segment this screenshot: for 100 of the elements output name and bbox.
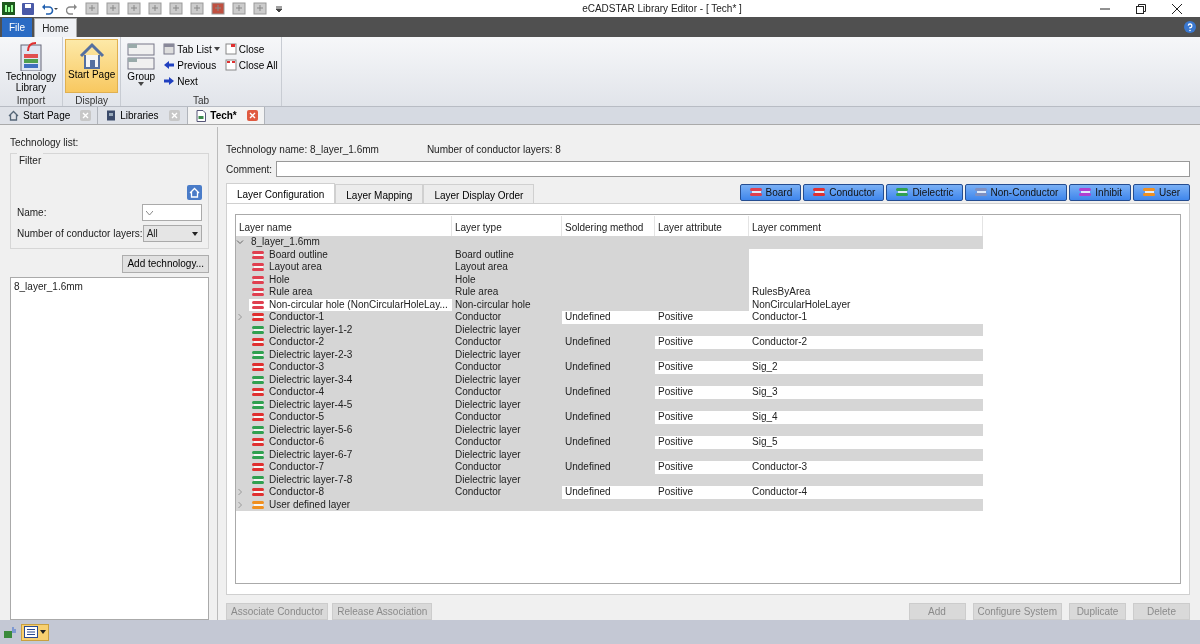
layer-filter-button[interactable]: Dielectric xyxy=(886,183,963,201)
layer-filter-button[interactable]: Inhibit xyxy=(1069,183,1131,201)
list-item[interactable]: 8_layer_1.6mm xyxy=(11,278,208,295)
network-icon[interactable] xyxy=(3,625,17,639)
layer-icon xyxy=(251,349,265,360)
table-row[interactable]: Conductor-1 Conductor Undefined Positive Conductor-1 xyxy=(236,311,983,324)
ribbon-button[interactable]: Group xyxy=(123,39,160,93)
expand-icon[interactable] xyxy=(236,500,244,509)
window-title: eCADSTAR Library Editor - [ Tech* ] xyxy=(582,2,743,16)
restore-icon[interactable] xyxy=(1136,3,1146,14)
caret-icon xyxy=(146,210,153,215)
ribbon-button[interactable]: Close xyxy=(223,41,279,57)
table-row[interactable]: Rule area Rule area RulesByArea xyxy=(236,286,983,299)
layer-filter-button[interactable]: Conductor xyxy=(803,183,885,201)
layer-icon xyxy=(1142,187,1156,197)
layers-dropdown[interactable]: All xyxy=(142,225,202,242)
table-cell: Sig_2 xyxy=(749,361,983,374)
ribbon-button[interactable]: Close All xyxy=(223,57,279,73)
table-row[interactable]: Conductor-6 Conductor Undefined Positive Sig_5 xyxy=(236,436,983,449)
save-icon[interactable] xyxy=(22,2,34,15)
layer-name[interactable]: Board outline xyxy=(269,248,328,261)
table-cell-text: Dielectric layer xyxy=(454,448,522,461)
comment-field[interactable] xyxy=(276,161,1190,177)
layer-filter-button[interactable]: Non-Conductor xyxy=(964,183,1068,201)
layer-icon xyxy=(973,187,988,197)
table-row[interactable]: Conductor-8 Conductor Undefined Positive Conductor-4 xyxy=(236,486,983,499)
tab[interactable]: Layer Display Order xyxy=(423,184,535,203)
layer-name[interactable]: Conductor-4 xyxy=(269,386,325,399)
layer-name[interactable]: Dielectric layer-7-8 xyxy=(269,473,353,486)
table-row[interactable]: Conductor-5 Conductor Undefined Positive Sig_4 xyxy=(236,411,983,424)
caret-icon xyxy=(192,231,198,236)
home-icon xyxy=(8,110,19,121)
layer-name[interactable]: Conductor-1 xyxy=(269,311,325,324)
ribbon-button[interactable]: Previous xyxy=(162,57,221,73)
customize-icon[interactable] xyxy=(274,3,284,14)
layer-name[interactable]: Conductor-5 xyxy=(269,411,325,424)
expand-icon[interactable] xyxy=(236,488,244,497)
name-combo[interactable] xyxy=(142,204,202,221)
table-cell-text: Conductor xyxy=(454,361,503,374)
layer-icon xyxy=(251,487,265,498)
expand-icon[interactable] xyxy=(236,313,244,322)
clear-filter-icon[interactable] xyxy=(187,185,202,200)
layer-icon xyxy=(251,312,265,323)
undo-icon[interactable] xyxy=(41,2,59,15)
layer-name[interactable]: Conductor-3 xyxy=(269,361,325,374)
layer-name[interactable]: User defined layer xyxy=(269,498,351,511)
table-cell: Positive xyxy=(655,386,749,399)
table-cell-text: Dielectric layer xyxy=(454,323,522,336)
file-menu-tab[interactable]: File xyxy=(2,18,33,37)
table-row[interactable]: Conductor-4 Conductor Undefined Positive Sig_3 xyxy=(236,386,983,399)
tab[interactable]: Layer Mapping xyxy=(335,184,424,203)
table-cell: Undefined xyxy=(562,311,655,324)
table-cell-text: Undefined xyxy=(564,361,612,374)
table-cell: Sig_3 xyxy=(749,386,983,399)
layer-icon xyxy=(748,187,763,197)
document-tab[interactable]: Libraries xyxy=(98,107,189,124)
layer-name[interactable]: Dielectric layer-4-5 xyxy=(269,398,353,411)
help-icon[interactable] xyxy=(1184,21,1196,33)
table-row[interactable]: Conductor-2 Conductor Undefined Positive Conductor-2 xyxy=(236,336,983,349)
layer-icon xyxy=(251,324,265,335)
layer-name[interactable]: Conductor-6 xyxy=(269,436,325,449)
layer-name[interactable]: Hole xyxy=(269,273,290,286)
layer-name[interactable]: Dielectric layer-1-2 xyxy=(269,323,353,336)
layer-name[interactable]: Conductor-7 xyxy=(269,461,325,474)
tab[interactable]: Layer Configuration xyxy=(226,183,336,204)
view-toggle-button[interactable] xyxy=(21,623,49,641)
layer-name[interactable]: Conductor-2 xyxy=(269,336,325,349)
list-view-icon xyxy=(24,626,38,638)
table-row[interactable]: Conductor-3 Conductor Undefined Positive Sig_2 xyxy=(236,361,983,374)
close-icon[interactable] xyxy=(1172,3,1182,14)
layer-icon xyxy=(251,449,265,460)
layer-name[interactable]: Conductor-8 xyxy=(269,486,325,499)
table-cell: Positive xyxy=(655,486,749,499)
ribbon-button[interactable]: Next xyxy=(162,73,221,89)
table-row[interactable]: Conductor-7 Conductor Undefined Positive Conductor-3 xyxy=(236,461,983,474)
ribbon-tab[interactable]: Home xyxy=(34,18,77,37)
ribbon-button[interactable]: Tab List xyxy=(162,41,221,57)
table-cell: Positive xyxy=(655,336,749,349)
layer-filter-button[interactable]: User xyxy=(1133,183,1190,201)
layer-name[interactable]: Dielectric layer-5-6 xyxy=(269,423,353,436)
field-label: Name: xyxy=(17,206,47,220)
document-tab[interactable]: Tech* xyxy=(188,107,265,124)
layer-name[interactable]: Layout area xyxy=(269,261,322,274)
layer-filter-button[interactable]: Board xyxy=(739,183,802,201)
layer-icon xyxy=(251,424,265,435)
layer-name[interactable]: Dielectric layer-6-7 xyxy=(269,448,353,461)
book-icon xyxy=(106,110,117,121)
layer-name[interactable]: Dielectric layer-2-3 xyxy=(269,348,353,361)
redo-icon[interactable] xyxy=(66,2,78,15)
table-row[interactable]: Layout area Layout area xyxy=(236,261,983,274)
layer-name[interactable]: 8_layer_1.6mm xyxy=(251,236,320,249)
table-row[interactable]: 8_layer_1.6mm xyxy=(236,236,983,249)
collapse-icon[interactable] xyxy=(236,238,244,247)
ribbon-button[interactable]: Technology Library xyxy=(2,39,60,93)
layer-name[interactable]: Rule area xyxy=(269,286,313,299)
ribbon-button[interactable]: Start Page xyxy=(65,39,119,93)
add-technology-button[interactable]: Add technology... xyxy=(122,255,209,273)
layer-name[interactable]: Dielectric layer-3-4 xyxy=(269,373,353,386)
table-cell-text: Undefined xyxy=(564,386,612,399)
document-tab[interactable]: Start Page xyxy=(0,107,99,124)
